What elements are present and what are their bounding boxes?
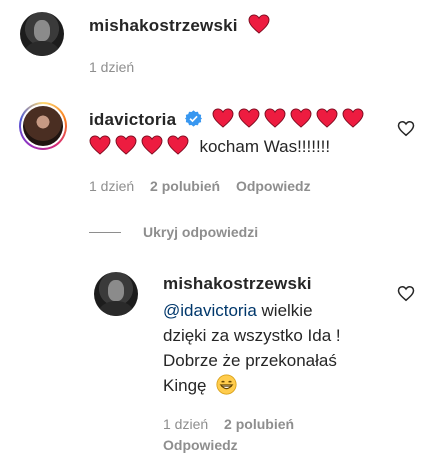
- reply-text-line-3: Dobrze że przekonałaś: [163, 351, 337, 370]
- heart-emoji-icon: [290, 108, 312, 128]
- reply-text-line-1: @idavictoria wielkie: [163, 298, 393, 323]
- heart-emoji-icon: [264, 108, 286, 128]
- reply-meta-line-1: 1 dzień 2 polubień: [163, 416, 294, 432]
- avatar-mishakostrzewski[interactable]: [94, 272, 138, 316]
- avatar-face: [34, 19, 50, 42]
- likes-count[interactable]: 2 polubień: [224, 416, 294, 432]
- reply-text: @idavictoria wielkie dzięki za wszystko …: [163, 298, 393, 398]
- like-heart-icon[interactable]: [397, 120, 415, 137]
- heart-emoji-icon: [212, 108, 234, 128]
- heart-emoji-icon: [238, 108, 260, 128]
- comment-2-meta: 1 dzień 2 polubień Odpowiedz: [89, 178, 311, 194]
- comment-2-line-2: kocham Was!!!!!!!: [89, 134, 330, 159]
- comment-time: 1 dzień: [89, 178, 135, 194]
- reply-button[interactable]: Odpowiedz: [163, 437, 238, 453]
- heart-emoji-icon: [89, 135, 111, 155]
- avatar-idavictoria: [23, 106, 63, 146]
- verified-badge-icon: [184, 110, 202, 127]
- comment-time: 1 dzień: [163, 416, 209, 432]
- reply-text-segment: wielkie: [256, 301, 313, 320]
- reply-text-line-2: dzięki za wszystko Ida !: [163, 326, 341, 345]
- avatar-face: [108, 279, 124, 302]
- reply-text-line-4: Kingę: [163, 373, 393, 398]
- heart-emoji-icon: [115, 135, 137, 155]
- comment-2-line-1: idavictoria: [89, 108, 368, 130]
- avatar-mishakostrzewski[interactable]: [20, 12, 64, 56]
- like-heart-icon[interactable]: [397, 285, 415, 302]
- story-ring[interactable]: [19, 102, 67, 150]
- likes-count[interactable]: 2 polubień: [150, 178, 220, 194]
- comment-1-body: mishakostrzewski: [89, 14, 274, 36]
- heart-emoji-icon: [167, 135, 189, 155]
- heart-emoji-icon: [342, 108, 364, 128]
- avatar-shoulders: [24, 41, 60, 56]
- hearts-line-2: [89, 135, 193, 157]
- heart-emoji-icon: [248, 14, 270, 34]
- heart-emoji-icon: [316, 108, 338, 128]
- username[interactable]: mishakostrzewski: [163, 274, 312, 294]
- username[interactable]: mishakostrzewski: [89, 16, 238, 35]
- hearts-line-1: [212, 108, 368, 130]
- comment-1-time: 1 dzień: [89, 59, 135, 75]
- grinning-face-with-smiling-eyes-icon: [216, 374, 237, 395]
- replies-divider-line: [89, 232, 121, 233]
- hide-replies-button[interactable]: Ukryj odpowiedzi: [143, 224, 258, 240]
- username[interactable]: idavictoria: [89, 110, 176, 129]
- avatar-shoulders: [98, 301, 134, 316]
- reply-button[interactable]: Odpowiedz: [236, 178, 311, 194]
- heart-emoji-icon: [141, 135, 163, 155]
- reply-text-segment: Kingę: [163, 376, 207, 395]
- comment-text: kocham Was!!!!!!!: [199, 137, 331, 156]
- mention-link[interactable]: @idavictoria: [163, 301, 257, 320]
